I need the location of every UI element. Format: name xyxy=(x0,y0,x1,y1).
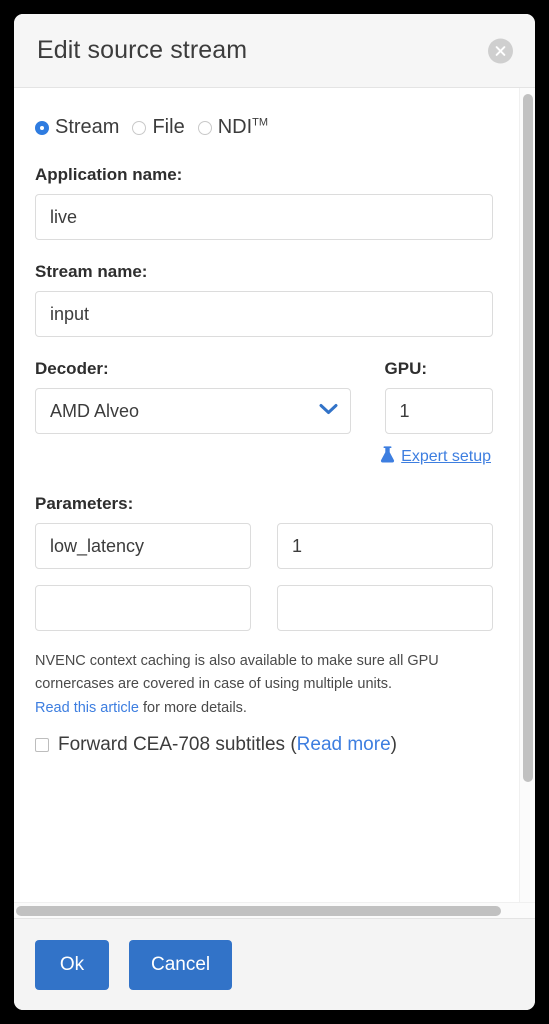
source-type-radio-group: Stream File NDITM xyxy=(35,116,493,139)
vertical-scrollbar[interactable] xyxy=(519,88,535,918)
help-text-line1: NVENC context caching is also available … xyxy=(35,653,439,669)
expert-setup-link[interactable]: Expert setup xyxy=(401,448,491,466)
parameter-value-input-0[interactable] xyxy=(277,523,493,569)
horizontal-scrollbar-thumb[interactable] xyxy=(16,906,501,916)
application-name-field-block: Application name: xyxy=(35,165,493,240)
cancel-button[interactable]: Cancel xyxy=(129,940,232,990)
radio-dot-ndi[interactable] xyxy=(198,121,212,135)
decoder-select-wrap: AMD Alveo xyxy=(35,388,351,434)
vertical-scrollbar-thumb[interactable] xyxy=(523,94,533,782)
close-icon[interactable] xyxy=(488,38,513,63)
radio-label-ndi-text: NDI xyxy=(218,116,252,138)
parameter-value-input-1[interactable] xyxy=(277,585,493,631)
ok-button[interactable]: Ok xyxy=(35,940,109,990)
stream-name-input[interactable] xyxy=(35,291,493,337)
flask-glyph xyxy=(380,446,395,463)
decoder-gpu-row: Decoder: AMD Alveo GPU: xyxy=(35,359,493,434)
radio-option-ndi[interactable]: NDITM xyxy=(198,116,268,139)
forward-subtitles-checkbox[interactable] xyxy=(35,738,49,752)
dialog-footer: Ok Cancel xyxy=(14,918,535,1010)
page-title: Edit source stream xyxy=(37,36,247,65)
read-more-link[interactable]: Read more xyxy=(297,734,391,755)
horizontal-scrollbar[interactable] xyxy=(14,902,535,918)
stream-name-field-block: Stream name: xyxy=(35,262,493,337)
dialog-header: Edit source stream xyxy=(14,14,535,88)
gpu-label: GPU: xyxy=(385,359,493,379)
decoder-select[interactable]: AMD Alveo xyxy=(35,388,351,434)
radio-dot-file[interactable] xyxy=(132,121,146,135)
flask-icon xyxy=(380,446,395,468)
parameter-key-input-0[interactable] xyxy=(35,523,251,569)
radio-dot-stream[interactable] xyxy=(35,121,49,135)
form-content: Stream File NDITM Application name: Stre… xyxy=(14,88,519,918)
decoder-field-block: Decoder: AMD Alveo xyxy=(35,359,351,434)
parameters-grid xyxy=(35,523,493,631)
forward-subtitles-row: Forward CEA-708 subtitles (Read more) xyxy=(35,734,493,756)
decoder-select-value: AMD Alveo xyxy=(50,401,139,422)
application-name-label: Application name: xyxy=(35,165,493,185)
ndi-trademark-sup: TM xyxy=(252,116,268,128)
dialog-body: Stream File NDITM Application name: Stre… xyxy=(14,88,535,918)
radio-label-file: File xyxy=(152,116,184,139)
edit-source-stream-dialog: Edit source stream Stream File xyxy=(14,14,535,1010)
gpu-input[interactable] xyxy=(385,388,493,434)
parameter-key-input-1[interactable] xyxy=(35,585,251,631)
stream-name-label: Stream name: xyxy=(35,262,493,282)
forward-subtitles-text-before: Forward CEA-708 subtitles ( xyxy=(58,734,297,755)
radio-label-stream: Stream xyxy=(55,116,119,139)
forward-subtitles-label: Forward CEA-708 subtitles (Read more) xyxy=(58,734,397,756)
radio-option-file[interactable]: File xyxy=(132,116,184,139)
close-glyph xyxy=(495,45,506,56)
help-text: NVENC context caching is also available … xyxy=(35,650,493,720)
help-text-line2: cornercases are covered in case of using… xyxy=(35,676,392,692)
forward-subtitles-text-after: ) xyxy=(391,734,397,755)
gpu-field-block: GPU: xyxy=(385,359,493,434)
decoder-label: Decoder: xyxy=(35,359,351,379)
parameters-label: Parameters: xyxy=(35,494,493,514)
expert-setup-row: Expert setup xyxy=(35,446,493,468)
read-this-article-link[interactable]: Read this article xyxy=(35,700,139,716)
help-text-line3-tail: for more details. xyxy=(139,700,247,716)
radio-option-stream[interactable]: Stream xyxy=(35,116,119,139)
application-name-input[interactable] xyxy=(35,194,493,240)
radio-label-ndi: NDITM xyxy=(218,116,268,139)
